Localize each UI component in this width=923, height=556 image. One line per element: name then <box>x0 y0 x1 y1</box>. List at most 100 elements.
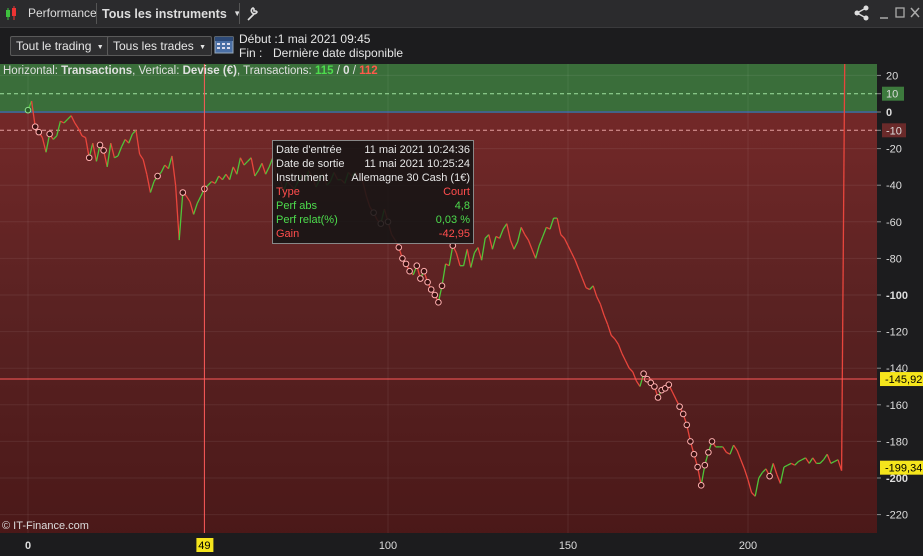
tooltip-key: Date de sortie <box>276 158 345 170</box>
trade-marker <box>705 449 712 456</box>
tooltip-key: Perf abs <box>276 200 317 212</box>
trade-marker <box>399 255 406 262</box>
trade-marker <box>35 128 43 136</box>
x-tick-label: 0 <box>25 540 31 552</box>
y-tick-label: 20 <box>886 70 898 82</box>
trade-marker <box>438 282 446 290</box>
tooltip-value: 11 mai 2021 10:25:24 <box>364 158 470 170</box>
tooltip-key: Perf relat(%) <box>276 214 338 226</box>
x-tick-label: 150 <box>559 540 577 552</box>
trade-marker <box>96 141 104 149</box>
trade-marker <box>640 370 647 377</box>
trade-marker <box>654 394 662 401</box>
y-tick-label: -80 <box>886 253 902 265</box>
trade-marker <box>708 438 716 445</box>
start-date: Début :1 mai 2021 09:45 <box>239 32 370 46</box>
y-tick-label: -160 <box>886 400 908 412</box>
tooltip-row: Perf abs 4,8 <box>276 199 470 213</box>
tooltip-row: Perf relat(%) 0,03 % <box>276 213 470 227</box>
trade-marker <box>651 383 658 390</box>
y-tick-label: -20 <box>886 144 902 156</box>
trade-marker <box>679 410 687 418</box>
y-tick-label: -10 <box>886 125 902 137</box>
header-horizontal: Transactions <box>61 65 133 77</box>
close-icon[interactable] <box>909 0 921 27</box>
minimize-icon[interactable] <box>878 0 890 27</box>
tooltip-value: 0,03 % <box>435 214 470 226</box>
header-slash: / <box>333 65 344 77</box>
candlestick-icon <box>4 0 20 27</box>
header-prefix: Horizontal: <box>3 65 62 77</box>
chart-header: Horizontal: Transactions, Vertical: Devi… <box>3 65 378 77</box>
trade-marker <box>402 260 410 268</box>
crosshair-x-label: 49 <box>198 540 210 552</box>
trade-marker <box>665 381 673 388</box>
trade-marker <box>683 421 691 429</box>
chevron-down-icon: ▼ <box>96 44 104 51</box>
tooltip-value: Court <box>443 186 470 198</box>
trade-marker <box>24 106 32 114</box>
separator <box>239 3 240 24</box>
performance-tab-label[interactable]: Performance <box>28 0 97 27</box>
watermark: © IT-Finance.com <box>2 520 89 532</box>
header-slash: / <box>349 65 360 77</box>
trade-marker <box>427 286 435 293</box>
y-tick-label: 10 <box>886 89 898 101</box>
trade-marker <box>694 463 701 471</box>
all-trading-button[interactable]: Tout le trading ▼ <box>10 36 110 56</box>
trade-marker <box>431 291 439 299</box>
separator <box>96 3 97 24</box>
y-tick-label: -220 <box>886 510 908 522</box>
all-trades-button[interactable]: Tous les trades ▼ <box>107 36 212 56</box>
trade-marker <box>100 147 107 154</box>
header-tx-losing: 112 <box>359 65 378 77</box>
trade-marker <box>413 262 421 270</box>
trade-marker <box>395 244 403 251</box>
calendar-icon[interactable] <box>214 34 234 54</box>
trade-marker <box>31 123 39 130</box>
trade-marker <box>690 450 698 458</box>
instrument-selector[interactable]: Tous les instruments ▼ <box>102 0 241 27</box>
end-date: Fin : Dernière date disponible <box>239 46 403 60</box>
tooltip-row: Instrument Allemagne 30 Cash (1€) <box>276 171 470 185</box>
tooltip-key: Date d'entrée <box>276 144 342 156</box>
trade-marker <box>687 438 694 445</box>
share-icon[interactable] <box>852 0 872 27</box>
header-tx-prefix: , Transactions: <box>236 65 315 77</box>
tooltip-value: 11 mai 2021 10:24:36 <box>364 144 470 156</box>
trade-marker <box>420 267 428 275</box>
end-value: Dernière date disponible <box>273 46 404 60</box>
toolbar: Tout le trading ▼ Tous les trades ▼ Débu… <box>0 28 923 64</box>
maximize-icon[interactable] <box>894 0 906 27</box>
trade-marker <box>697 482 705 489</box>
tooltip-value: 4,8 <box>454 200 470 212</box>
tooltip-value: -42,95 <box>438 228 470 240</box>
crosshair-y-label: -145,92 <box>885 374 922 386</box>
start-value: 1 mai 2021 09:45 <box>277 32 371 46</box>
tooltip-row: Date de sortie 11 mai 2021 10:25:24 <box>276 157 470 171</box>
y-tick-label: -40 <box>886 180 902 192</box>
chevron-down-icon: ▼ <box>199 44 206 51</box>
header-tx-total: 115 <box>314 65 334 77</box>
wrench-icon[interactable] <box>246 0 260 27</box>
trade-marker <box>676 403 683 410</box>
tooltip-row: Type Court <box>276 185 470 199</box>
performance-chart[interactable]: 20100-10-20-40-60-80-100-120-140-160-180… <box>0 64 923 556</box>
chevron-down-icon: ▼ <box>233 9 242 18</box>
x-tick-label: 100 <box>379 540 397 552</box>
header-vertical: Devise (€) <box>182 65 237 77</box>
y-tick-label: -60 <box>886 217 902 229</box>
instrument-selector-label: Tous les instruments <box>102 7 227 21</box>
tooltip-key: Instrument <box>276 172 328 184</box>
tooltip-row: Gain -42,95 <box>276 227 470 241</box>
tooltip-key: Type <box>276 186 300 198</box>
trade-marker <box>46 130 53 138</box>
header-vertical-prefix: , Vertical: <box>132 65 183 77</box>
last-value-label: -199,34 <box>885 463 922 475</box>
x-tick-label: 200 <box>739 540 757 552</box>
title-bar: Performance Tous les instruments ▼ <box>0 0 923 28</box>
y-tick-label: -120 <box>886 327 908 339</box>
trade-marker <box>406 267 413 275</box>
start-label: Début : <box>239 32 278 46</box>
trade-marker <box>766 472 773 480</box>
